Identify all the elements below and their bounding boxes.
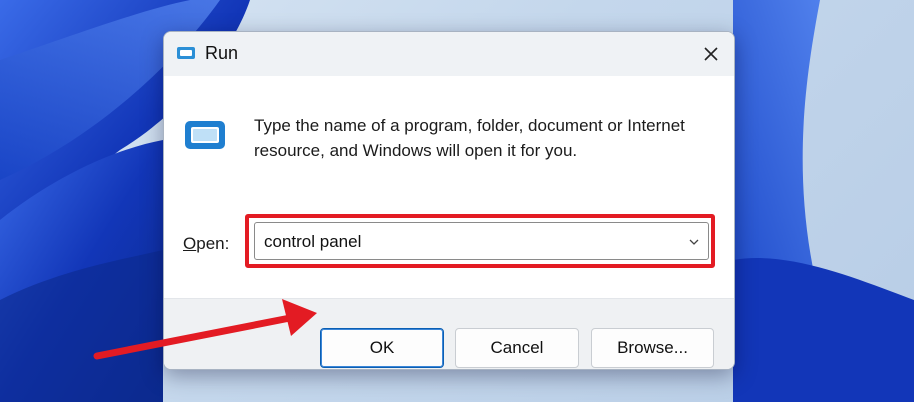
- cancel-button[interactable]: Cancel: [455, 328, 579, 368]
- open-label: Open:: [183, 234, 230, 253]
- run-icon: [183, 118, 227, 157]
- run-description: Type the name of a program, folder, docu…: [254, 116, 685, 160]
- open-input[interactable]: control panel: [264, 232, 361, 252]
- chevron-down-icon[interactable]: [688, 235, 700, 253]
- button-bar: OK Cancel Browse...: [164, 298, 734, 369]
- open-combobox[interactable]: control panel: [254, 222, 709, 260]
- ok-button[interactable]: OK: [320, 328, 444, 368]
- close-icon: [704, 47, 718, 61]
- window-title: Run: [205, 43, 239, 63]
- browse-button[interactable]: Browse...: [591, 328, 714, 368]
- dialog-content: Type the name of a program, folder, docu…: [164, 76, 734, 298]
- close-button[interactable]: [688, 32, 734, 76]
- title-bar[interactable]: Run: [164, 32, 734, 76]
- run-app-icon: [176, 45, 196, 66]
- run-dialog: Run Type the name of a program, folder, …: [163, 31, 735, 370]
